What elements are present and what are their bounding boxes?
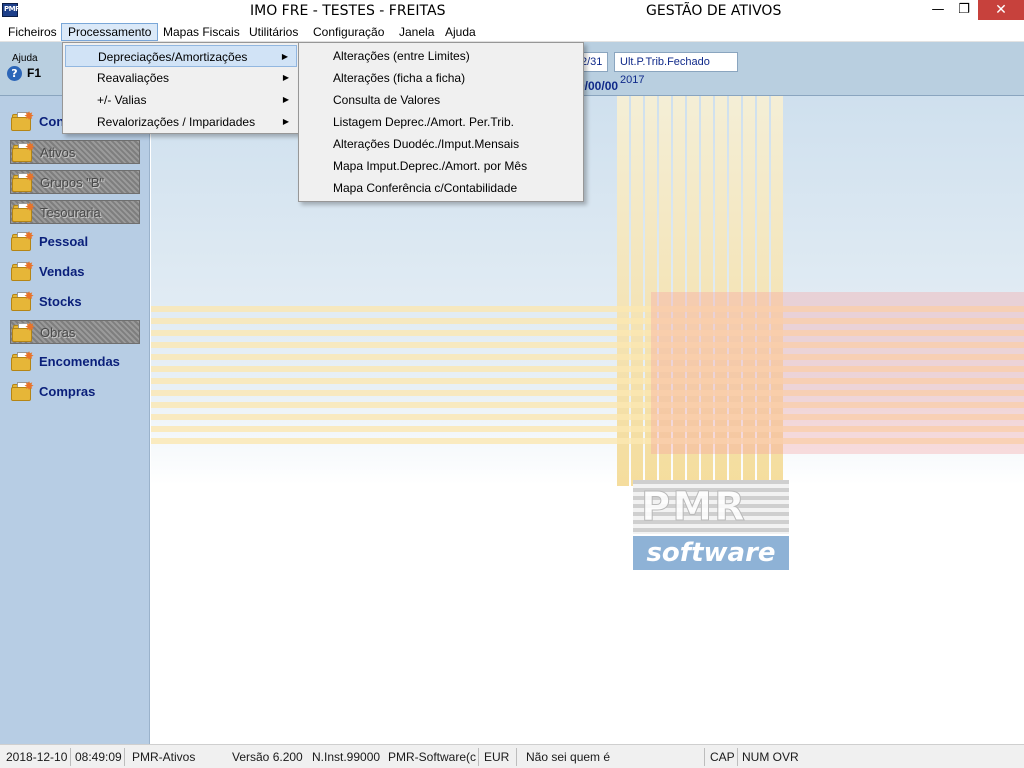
- sidebar-item-grupos-b[interactable]: ✸ Grupos "B": [10, 170, 140, 194]
- folder-star-icon: ✸: [10, 229, 34, 252]
- status-install-number: N.Inst.99000: [312, 750, 381, 764]
- sidebar: ✸ Con ✸ Ativos ✸ Grupos "B" ✸ Tesouraria ✸ Pessoa…: [0, 96, 150, 744]
- status-bar: 2018-12-10 08:49:09 PMR-Ativos Versão 6.…: [0, 744, 1024, 768]
- pmr-logo-tagline-block: software: [633, 536, 789, 570]
- submenu-arrow-icon: ▶: [282, 95, 289, 104]
- status-user: Não sei quem é: [526, 750, 611, 764]
- folder-star-icon: ✸: [11, 320, 35, 343]
- status-module: PMR-Ativos: [132, 750, 196, 764]
- submenu-arrow-icon: ▶: [282, 117, 289, 126]
- sidebar-item-label: Vendas: [39, 264, 85, 279]
- folder-star-icon: ✸: [11, 200, 35, 223]
- menu-janela[interactable]: Janela: [393, 24, 440, 42]
- folder-star-icon: ✸: [10, 349, 34, 372]
- sidebar-item-obras[interactable]: ✸ Obras: [10, 320, 140, 344]
- status-separator: [737, 748, 738, 766]
- submenu-arrow-icon: ▶: [281, 52, 288, 61]
- menu-item-label: Revalorizações / Imparidades: [97, 115, 256, 129]
- status-separator: [70, 748, 71, 766]
- menu-item-reavaliacoes[interactable]: Reavaliações ▶: [65, 67, 297, 89]
- submenu-item-alteracoes-ficha-a-ficha[interactable]: Alterações (ficha a ficha): [301, 67, 581, 89]
- submenu-item-mapa-conferencia-c-contabilidade[interactable]: Mapa Conferência c/Contabilidade: [301, 177, 581, 199]
- menu-bar: Ficheiros Processamento Mapas Fiscais Ut…: [0, 22, 1024, 42]
- sidebar-item-encomendas[interactable]: ✸ Encomendas: [10, 349, 140, 374]
- sidebar-item-label: Tesouraria: [40, 205, 101, 220]
- main-canvas: PMR software: [151, 96, 1024, 744]
- menu-processamento[interactable]: Processamento: [61, 23, 159, 41]
- folder-star-icon: ✸: [11, 140, 35, 163]
- logo-background-block: [651, 292, 1024, 454]
- closed-period-field: Ult.P.Trib.Fechado 2017: [614, 52, 738, 86]
- submenu-item-listagem-deprec-amort-per-trib[interactable]: Listagem Deprec./Amort. Per.Trib.: [301, 111, 581, 133]
- menu-mapas-fiscais[interactable]: Mapas Fiscais: [157, 24, 246, 42]
- folder-star-icon: ✸: [10, 109, 34, 132]
- submenu-arrow-icon: ▶: [282, 73, 289, 82]
- menu-item-valias[interactable]: +/- Valias ▶: [65, 89, 297, 111]
- folder-star-icon: ✸: [10, 259, 34, 282]
- pmr-logo-tagline: software: [646, 538, 776, 568]
- status-caps-lock: CAP: [710, 750, 735, 764]
- window-title: IMO FRE - TESTES - FREITAS: [250, 3, 446, 19]
- status-separator: [124, 748, 125, 766]
- sidebar-item-pessoal[interactable]: ✸ Pessoal: [10, 229, 140, 254]
- sidebar-item-label: Ativos: [40, 145, 76, 160]
- minimize-button[interactable]: —: [924, 0, 952, 20]
- pmr-logo-wordmark: PMR: [633, 480, 789, 534]
- submenu-item-mapa-imput-deprec-amort-por-mes[interactable]: Mapa Imput.Deprec./Amort. por Mês: [301, 155, 581, 177]
- app-icon[interactable]: PMR: [2, 3, 21, 17]
- sidebar-item-label: Compras: [39, 384, 96, 399]
- depreciacoes-submenu: Alterações (entre Limites) Alterações (fi…: [298, 42, 584, 202]
- status-separator: [516, 748, 517, 766]
- status-separator: [478, 748, 479, 766]
- close-button[interactable]: ✕: [978, 0, 1024, 20]
- menu-item-revalorizacoes-imparidades[interactable]: Revalorizações / Imparidades ▶: [65, 111, 297, 133]
- status-separator: [704, 748, 705, 766]
- submenu-item-alteracoes-duodec-imput-mensais[interactable]: Alterações Duodéc./Imput.Mensais: [301, 133, 581, 155]
- help-shortcut: F1: [27, 66, 42, 80]
- submenu-item-consulta-de-valores[interactable]: Consulta de Valores: [301, 89, 581, 111]
- submenu-item-alteracoes-entre-limites[interactable]: Alterações (entre Limites): [301, 45, 581, 67]
- date-display: 0/00/00: [578, 79, 619, 93]
- folder-star-icon: ✸: [10, 379, 34, 402]
- status-currency: EUR: [484, 750, 510, 764]
- sidebar-item-label: Obras: [40, 325, 76, 340]
- sidebar-item-label: Pessoal: [39, 234, 89, 249]
- processamento-menu: Depreciações/Amortizações ▶ Reavaliações ▶ +…: [62, 42, 300, 134]
- folder-star-icon: ✸: [10, 289, 34, 312]
- folder-star-icon: ✸: [11, 170, 35, 193]
- sidebar-item-compras[interactable]: ✸ Compras: [10, 379, 140, 404]
- menu-ficheiros[interactable]: Ficheiros: [2, 24, 63, 42]
- title-bar: PMR IMO FRE - TESTES - FREITAS GESTÃO DE…: [0, 0, 1024, 22]
- help-label: Ajuda: [12, 53, 38, 64]
- menu-item-label: Depreciações/Amortizações: [98, 50, 248, 64]
- menu-item-label: +/- Valias: [97, 93, 147, 107]
- status-date: 2018-12-10: [6, 750, 68, 764]
- restore-button[interactable]: ❐: [950, 0, 978, 20]
- sidebar-item-label: Encomendas: [39, 354, 120, 369]
- menu-item-label: Reavaliações: [97, 71, 170, 85]
- menu-item-depreciacoes-amortizacoes[interactable]: Depreciações/Amortizações ▶: [65, 45, 297, 67]
- help-icon[interactable]: ?: [7, 66, 22, 81]
- menu-ajuda[interactable]: Ajuda: [439, 24, 482, 42]
- sidebar-item-label: Stocks: [39, 294, 82, 309]
- status-num-ovr: NUM OVR: [742, 750, 799, 764]
- status-company: PMR-Software(c): [388, 750, 476, 764]
- sidebar-item-stocks[interactable]: ✸ Stocks: [10, 289, 140, 314]
- status-version: Versão 6.200: [232, 750, 303, 764]
- sidebar-item-ativos[interactable]: ✸ Ativos: [10, 140, 140, 164]
- menu-configuracao[interactable]: Configuração: [307, 24, 390, 42]
- status-time: 08:49:09: [75, 750, 122, 764]
- module-title: GESTÃO DE ATIVOS: [646, 3, 782, 19]
- sidebar-item-vendas[interactable]: ✸ Vendas: [10, 259, 140, 284]
- sidebar-item-label: Con: [39, 114, 65, 129]
- sidebar-item-label: Grupos "B": [40, 175, 105, 190]
- sidebar-item-tesouraria[interactable]: ✸ Tesouraria: [10, 200, 140, 224]
- pmr-logo-text: PMR: [641, 484, 747, 531]
- menu-utilitarios[interactable]: Utilitários: [243, 24, 304, 42]
